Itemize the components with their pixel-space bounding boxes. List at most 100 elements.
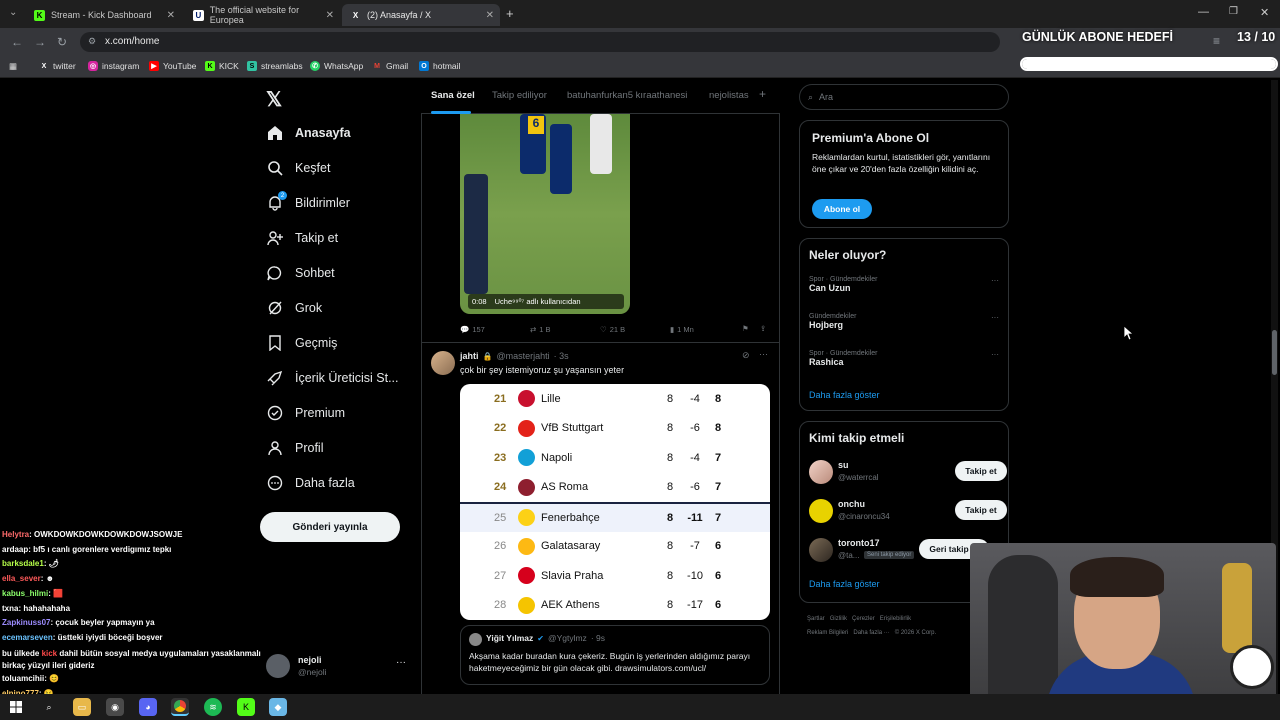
site-info-icon[interactable]: ⚙: [88, 36, 96, 47]
bookmark-twitter[interactable]: Xtwitter: [39, 61, 76, 71]
close-icon[interactable]: ✕: [167, 10, 175, 21]
forward-icon[interactable]: →: [34, 35, 46, 49]
tweet-time[interactable]: · 3s: [554, 351, 569, 361]
nav-more[interactable]: Daha fazla: [266, 474, 355, 492]
windows-start-icon[interactable]: [7, 698, 25, 716]
window-close-icon[interactable]: ✕: [1260, 6, 1269, 19]
video-info: 0:08 Uche⁹⁹⁰⁷ adlı kullanıcıdan: [468, 294, 624, 309]
bookmark-kick[interactable]: K KICK: [205, 61, 239, 71]
close-icon[interactable]: ✕: [326, 10, 334, 21]
post-button[interactable]: Gönderi yayınla: [260, 512, 400, 542]
bookmark-hotmail[interactable]: Ohotmail: [419, 61, 460, 71]
avatar[interactable]: [431, 351, 455, 375]
nav-chat[interactable]: Sohbet: [266, 264, 335, 282]
scrollbar-thumb[interactable]: [1272, 330, 1277, 375]
account-switcher[interactable]: nejoli @nejoli ···: [266, 653, 412, 681]
app-icon[interactable]: ◆: [269, 698, 287, 716]
follow-suggestion[interactable]: onchu @cinaroncu34 Takip et: [809, 498, 1009, 524]
trend-item[interactable]: Spor · Gündemdekiler Rashica ···: [809, 350, 999, 376]
team-cell: AEK Athens: [541, 599, 600, 612]
like-action[interactable]: ♡ 21 B: [600, 325, 625, 334]
url-field[interactable]: ⚙ x.com/home: [80, 32, 1000, 52]
apps-icon[interactable]: ▦: [9, 61, 17, 72]
more-dots-icon[interactable]: ···: [759, 349, 768, 359]
standings-table-image[interactable]: 21 Lille 8 -4 8 22 VfB Stuttgart 8 -6 8 23 Napoli 8-…: [460, 384, 770, 620]
spotify-icon[interactable]: ≋: [204, 698, 222, 716]
minimize-icon[interactable]: —: [1198, 6, 1209, 18]
search-input[interactable]: ⌕ Ara: [799, 84, 1009, 110]
show-more-link[interactable]: Daha fazla göster: [809, 390, 880, 400]
search-icon[interactable]: ⌕: [40, 698, 58, 716]
nav-notifications[interactable]: 2 Bildirimler: [266, 191, 350, 212]
menu-icon[interactable]: ≡: [1213, 34, 1220, 48]
played-cell: 8: [667, 451, 674, 464]
tab-kick-dashboard[interactable]: K Stream - Kick Dashboard ✕: [26, 4, 181, 26]
more-dots-icon[interactable]: ···: [991, 276, 999, 285]
nav-premium[interactable]: Premium: [266, 404, 345, 422]
bookmark-streamlabs[interactable]: Sstreamlabs: [247, 61, 303, 71]
bookmark-youtube[interactable]: ▶ YouTube: [149, 61, 196, 71]
footer-link[interactable]: Daha fazla ···: [853, 630, 889, 636]
trend-item[interactable]: Spor · Gündemdekiler Can Uzun ···: [809, 276, 999, 302]
obs-icon[interactable]: ◉: [106, 698, 124, 716]
author-handle[interactable]: @masterjahti: [496, 351, 549, 361]
restore-icon[interactable]: ❐: [1229, 6, 1238, 17]
chrome-icon[interactable]: [171, 698, 189, 716]
kick-app-icon[interactable]: K: [237, 698, 255, 716]
bookmark-gmail[interactable]: M Gmail: [372, 61, 408, 71]
chat-message: bu ülkede kick dahil bütün sosyal medya …: [2, 648, 264, 672]
footer-link[interactable]: Gizlilik: [830, 616, 847, 622]
tab-uefa[interactable]: U The official website for Europea ✕: [185, 4, 340, 26]
nav-profile[interactable]: Profil: [266, 439, 323, 457]
discord-icon[interactable]: ◕: [139, 698, 157, 716]
x-logo-icon[interactable]: 𝕏: [266, 87, 282, 112]
tab-x-home[interactable]: X (2) Anasayfa / X ✕: [342, 4, 500, 26]
bookmark-instagram[interactable]: ◎ instagram: [88, 61, 139, 71]
tweet-video[interactable]: 6 0:08 Uche⁹⁹⁰⁷ adlı kullanıcıdan: [460, 114, 630, 314]
footer-link[interactable]: Şartlar: [807, 616, 825, 622]
bookmark-whatsapp[interactable]: ✆ WhatsApp: [310, 61, 363, 71]
bookmark-label: WhatsApp: [324, 61, 364, 71]
nav-bookmarks[interactable]: Geçmiş: [266, 334, 337, 352]
tab-list-1[interactable]: batuhanfurkan5 kıraathanesi: [567, 90, 687, 101]
quoted-tweet[interactable]: Yiğit Yılmaz ✔ @Ygtylmz · 9s Akşama kada…: [460, 625, 770, 685]
bookmark-action-icon[interactable]: ⚑: [742, 324, 749, 333]
follow-button[interactable]: Takip et: [955, 500, 1007, 520]
nav-creator-studio[interactable]: İçerik Üreticisi St...: [266, 369, 399, 387]
tab-following[interactable]: Takip ediliyor: [492, 90, 547, 101]
show-more-link[interactable]: Daha fazla göster: [809, 579, 880, 589]
author-name[interactable]: jahti: [460, 351, 479, 361]
reload-icon[interactable]: ↻: [57, 35, 67, 49]
tab-list-2[interactable]: nejolistas: [709, 90, 749, 101]
file-explorer-icon[interactable]: ▭: [73, 698, 91, 716]
tab-for-you[interactable]: Sana özel: [431, 90, 475, 101]
tab-list-icon[interactable]: ⌄: [9, 7, 17, 18]
back-icon[interactable]: ←: [11, 35, 23, 49]
more-dots-icon[interactable]: ···: [991, 313, 999, 322]
add-tab-icon[interactable]: +: [759, 87, 766, 101]
nav-follow[interactable]: Takip et: [266, 229, 338, 247]
nav-explore[interactable]: Keşfet: [266, 159, 330, 177]
footer-link[interactable]: Erişilebilirlik: [880, 616, 911, 622]
follow-suggestion[interactable]: su @waterrcal Takip et: [809, 459, 1009, 485]
reply-action[interactable]: 💬 157: [460, 325, 485, 334]
subscribe-button[interactable]: Abone ol: [812, 199, 872, 219]
views-action[interactable]: ▮ 1 Mn: [670, 325, 694, 334]
footer-link[interactable]: Reklam Bilgileri: [807, 630, 848, 636]
reply-icon: 💬: [460, 325, 470, 334]
nav-home[interactable]: Anasayfa: [266, 124, 351, 142]
trend-item[interactable]: Gündemdekiler Hojberg ···: [809, 313, 999, 339]
share-icon[interactable]: ⇪: [760, 324, 766, 333]
points-cell: 6: [715, 569, 722, 582]
close-icon[interactable]: ✕: [486, 10, 494, 21]
footer-link[interactable]: Çerezler: [852, 616, 875, 622]
grok-explain-icon[interactable]: ⊘: [742, 350, 750, 361]
more-dots-icon[interactable]: ···: [991, 350, 999, 359]
footer-links: Şartlar Gizlilik Çerezler Erişilebilirli…: [807, 612, 967, 640]
nav-grok[interactable]: Grok: [266, 299, 322, 317]
new-tab-icon[interactable]: +: [506, 6, 514, 21]
more-dots-icon[interactable]: ···: [396, 657, 406, 668]
webcam-feed: [970, 543, 1276, 717]
follow-button[interactable]: Takip et: [955, 461, 1007, 481]
repost-action[interactable]: ⇄ 1 B: [530, 325, 551, 334]
